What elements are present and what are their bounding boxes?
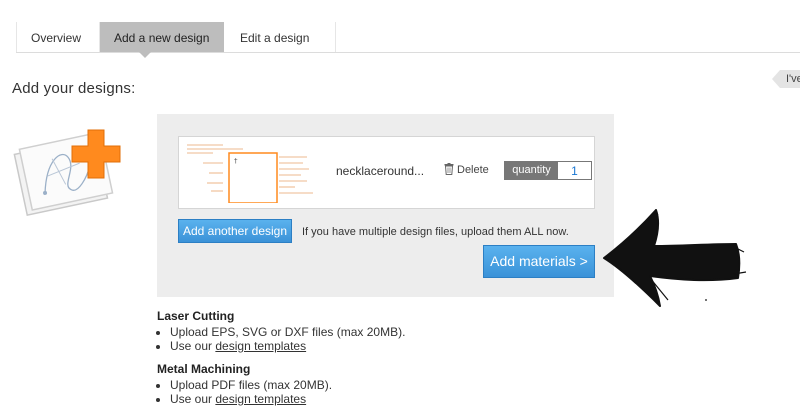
upload-hint: If you have multiple design files, uploa… [302,226,569,238]
quantity-label: quantity [505,162,558,179]
side-tag[interactable]: I've [772,70,800,88]
tab-edit-design[interactable]: Edit a design [226,22,336,52]
tab-bar: Overview Add a new design Edit a design [16,22,800,53]
tab-overview[interactable]: Overview [16,22,100,52]
laser-cutting-section: Laser Cutting Upload EPS, SVG or DXF fil… [157,309,405,353]
list-item: Upload PDF files (max 20MB). [170,378,332,392]
page-heading: Add your designs: [12,80,136,97]
add-materials-button[interactable]: Add materials > [483,245,595,278]
quantity-input[interactable] [558,162,591,179]
list-item: Upload EPS, SVG or DXF files (max 20MB). [170,325,405,339]
delete-label: Delete [457,164,489,176]
svg-text:†: † [234,157,238,165]
hand-drawn-arrow-icon [603,209,747,307]
list-item: Use our design templates [170,392,332,406]
metal-machining-section: Metal Machining Upload PDF files (max 20… [157,362,332,406]
delete-button[interactable]: Delete [444,163,489,176]
section-title: Metal Machining [157,362,251,376]
list-item-text: Use our [170,392,213,406]
file-name: necklaceround... [336,164,425,178]
section-title: Laser Cutting [157,309,235,323]
design-templates-link[interactable]: design templates [215,392,306,406]
active-tab-caret [139,52,151,58]
design-thumbnail: † [187,144,313,203]
upload-panel: † necklaceround... Delete quantity Add a… [157,114,614,297]
add-design-icon [13,129,121,217]
list-item: Use our design templates [170,339,405,353]
list-item-text: Use our [170,339,213,353]
add-another-design-button[interactable]: Add another design [178,219,292,243]
uploaded-file-card: † necklaceround... Delete quantity [178,136,595,209]
trash-icon [444,163,454,175]
design-templates-link[interactable]: design templates [215,339,306,353]
tab-add-new-design[interactable]: Add a new design [100,22,224,52]
quantity-control: quantity [504,161,592,180]
